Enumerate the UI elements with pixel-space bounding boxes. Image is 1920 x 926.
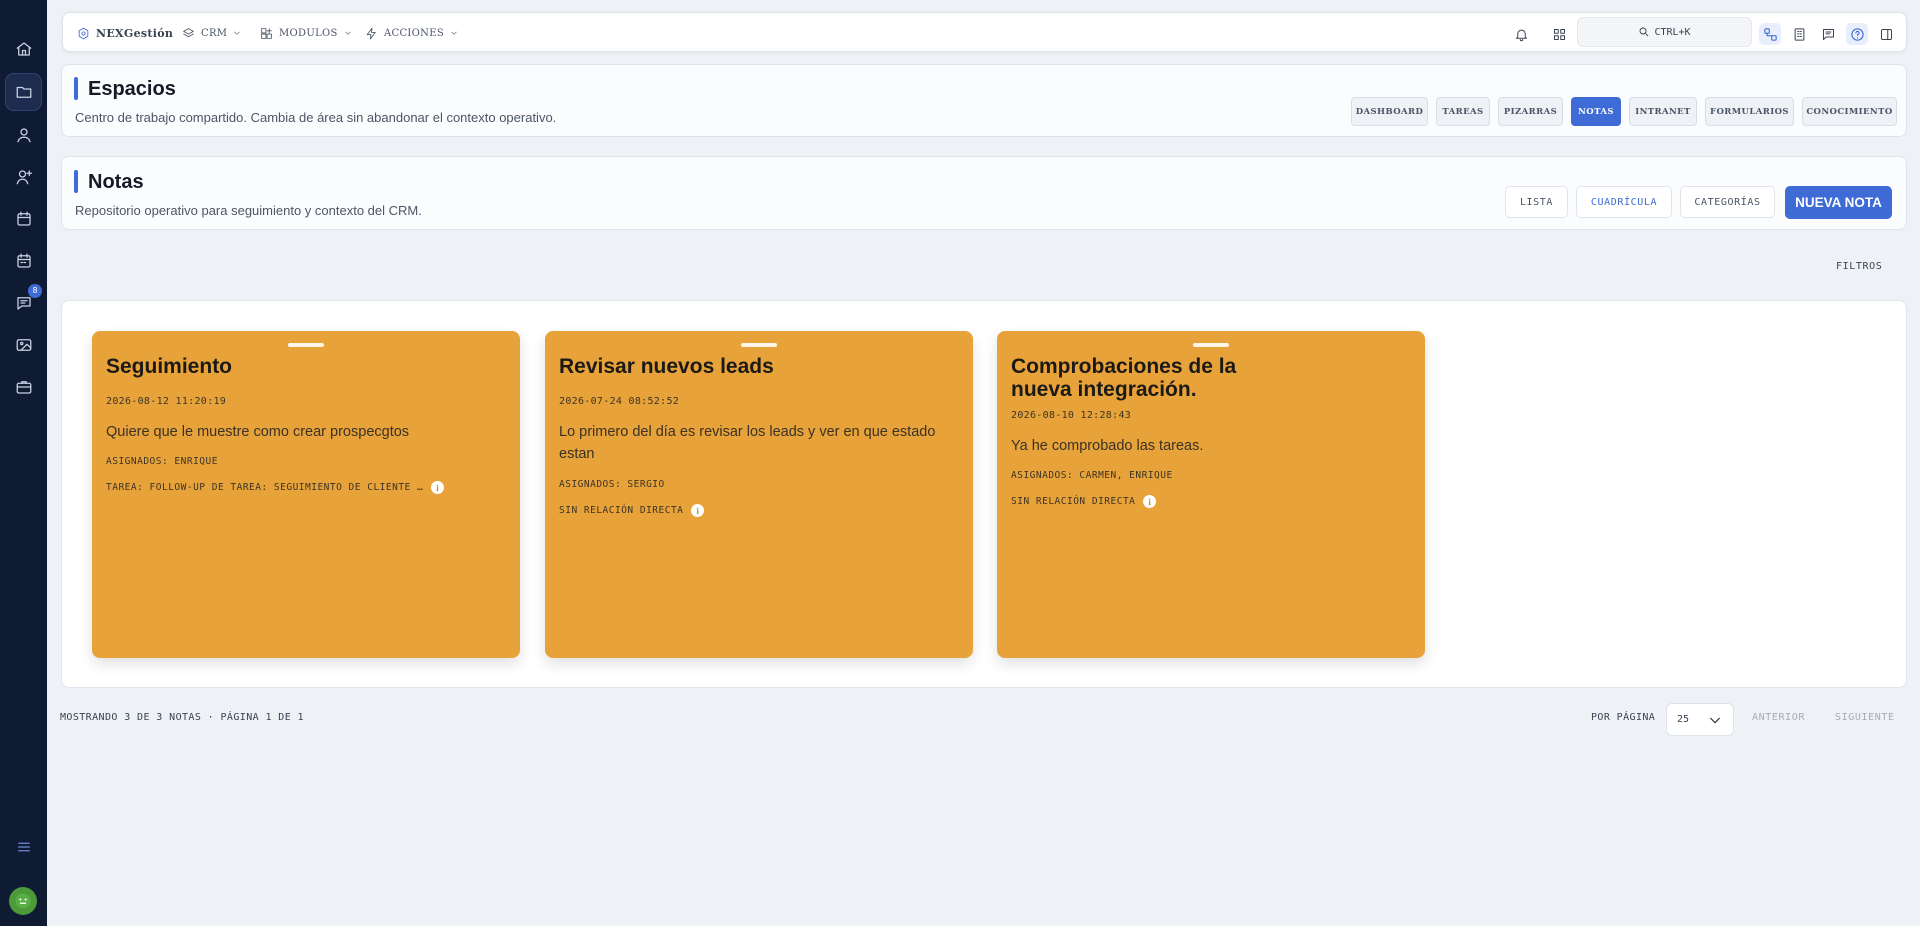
chat-badge: 8	[28, 284, 42, 298]
info-icon[interactable]: i	[691, 504, 705, 517]
tab-dashboard[interactable]: DASHBOARD	[1351, 97, 1428, 126]
tab-notas[interactable]: NOTAS	[1571, 97, 1621, 126]
note-assigned: ASIGNADOS: SERGIO	[559, 479, 665, 490]
section-subtitle: Repositorio operativo para seguimiento y…	[75, 203, 422, 218]
per-page-value: 25	[1677, 714, 1690, 725]
bell-icon[interactable]	[1510, 23, 1532, 45]
menu-acciones[interactable]: ACCIONES	[365, 13, 458, 53]
drag-handle[interactable]	[741, 343, 777, 347]
workspace-panel: Espacios Centro de trabajo compartido. C…	[61, 64, 1907, 137]
workflow-icon[interactable]	[1759, 23, 1781, 45]
note-body: Lo primero del día es revisar los leads …	[559, 424, 936, 462]
previous-page-button[interactable]: ANTERIOR	[1752, 712, 1805, 723]
tab-pizarras[interactable]: PIZARRAS	[1498, 97, 1563, 126]
message-icon[interactable]	[1817, 23, 1839, 45]
briefcase-icon[interactable]	[0, 370, 47, 404]
note-relation-text: TAREA: FOLLOW-UP DE TAREA: SEGUIMIENTO D…	[106, 482, 424, 493]
info-icon[interactable]: i	[1143, 495, 1157, 508]
sidebar-toggle-icon[interactable]	[1875, 23, 1897, 45]
calendar-icon[interactable]	[0, 202, 47, 236]
calendar-alt-icon[interactable]	[0, 244, 47, 278]
menu-modulos[interactable]: MODULOS	[260, 13, 352, 53]
brand-name: NEXGestión	[96, 26, 174, 40]
avatar-face-icon	[15, 893, 31, 909]
folder-icon[interactable]	[5, 73, 42, 111]
view-categorias-button[interactable]: CATEGORÍAS	[1680, 186, 1775, 218]
image-icon[interactable]	[0, 328, 47, 362]
sidebar: 8	[0, 0, 47, 926]
chevron-down-icon	[1709, 717, 1721, 724]
menu-modulos-label: MODULOS	[279, 27, 338, 39]
notes-board: Seguimiento 2026-08-12 11:20:19 Quiere q…	[61, 300, 1907, 688]
note-date: 2026-08-12 11:20:19	[106, 396, 227, 407]
note-card[interactable]: Comprobaciones de la nueva integración. …	[997, 331, 1425, 658]
search-shortcut: CTRL+K	[1654, 26, 1691, 38]
next-page-button[interactable]: SIGUIENTE	[1835, 712, 1895, 723]
tab-intranet[interactable]: INTRANET	[1629, 97, 1697, 126]
note-date: 2026-08-10 12:28:43	[1011, 410, 1132, 421]
page-subtitle: Centro de trabajo compartido. Cambia de …	[75, 110, 557, 125]
title-accent	[74, 77, 78, 100]
per-page-select[interactable]: 25	[1666, 703, 1734, 736]
pagination-summary: MOSTRANDO 3 DE 3 NOTAS · PÁGINA 1 DE 1	[60, 712, 304, 723]
note-body: Quiere que le muestre como crear prospec…	[106, 424, 410, 440]
per-page-label: POR PÁGINA	[1591, 712, 1656, 723]
page-title: Espacios	[88, 78, 176, 100]
avatar[interactable]	[9, 887, 37, 915]
chevron-down-icon	[451, 31, 457, 35]
note-relation: SIN RELACIÓN DIRECTA i	[1011, 495, 1157, 508]
drag-handle[interactable]	[288, 343, 324, 347]
modules-icon	[261, 27, 272, 39]
chevron-down-icon	[234, 31, 240, 35]
note-relation-text: SIN RELACIÓN DIRECTA	[559, 505, 684, 516]
user-add-icon[interactable]	[0, 160, 47, 194]
chevron-down-icon	[345, 31, 351, 35]
top-bar: NEXGestión CRM MODULOS ACCIONES CTRL+K	[62, 12, 1907, 52]
help-icon[interactable]	[1846, 23, 1868, 45]
section-title: Notas	[88, 171, 144, 193]
info-icon[interactable]: i	[431, 481, 445, 494]
note-title: Seguimiento	[106, 355, 233, 378]
filters-button[interactable]: FILTROS	[1836, 254, 1882, 278]
menu-icon[interactable]	[0, 830, 47, 864]
note-body: Ya he comprobado las tareas.	[1011, 438, 1204, 454]
tab-formularios[interactable]: FORMULARIOS	[1705, 97, 1794, 126]
layers-icon	[183, 27, 194, 37]
new-note-button[interactable]: NUEVA NOTA	[1785, 186, 1892, 219]
note-card[interactable]: Seguimiento 2026-08-12 11:20:19 Quiere q…	[92, 331, 520, 658]
note-relation: SIN RELACIÓN DIRECTA i	[559, 504, 705, 517]
search-icon	[1639, 27, 1649, 37]
note-assigned: ASIGNADOS: CARMEN, ENRIQUE	[1011, 470, 1173, 481]
notes-header-panel: Notas Repositorio operativo para seguimi…	[61, 156, 1907, 230]
note-title: Revisar nuevos leads	[559, 355, 774, 378]
home-icon[interactable]	[0, 32, 47, 66]
brand-logo-icon	[78, 27, 89, 39]
tab-conocimiento[interactable]: CONOCIMIENTO	[1802, 97, 1897, 126]
bolt-icon	[366, 27, 376, 39]
menu-crm[interactable]: CRM	[182, 13, 241, 53]
drag-handle[interactable]	[1193, 343, 1229, 347]
note-relation: TAREA: FOLLOW-UP DE TAREA: SEGUIMIENTO D…	[106, 481, 445, 494]
search-button[interactable]: CTRL+K	[1577, 17, 1752, 47]
note-title: Comprobaciones de la nueva integración.	[1011, 355, 1237, 401]
note-assigned: ASIGNADOS: ENRIQUE	[106, 456, 218, 467]
note-card[interactable]: Revisar nuevos leads 2026-07-24 08:52:52…	[545, 331, 973, 658]
building-icon[interactable]	[1788, 23, 1810, 45]
title-accent	[74, 170, 78, 193]
grid-icon[interactable]	[1548, 23, 1570, 45]
note-date: 2026-07-24 08:52:52	[559, 396, 680, 407]
menu-acciones-label: ACCIONES	[384, 27, 444, 39]
menu-crm-label: CRM	[201, 27, 228, 39]
note-relation-text: SIN RELACIÓN DIRECTA	[1011, 496, 1136, 507]
view-lista-button[interactable]: LISTA	[1505, 186, 1568, 218]
brand[interactable]: NEXGestión	[77, 13, 173, 53]
tab-tareas[interactable]: TAREAS	[1436, 97, 1490, 126]
user-icon[interactable]	[0, 118, 47, 152]
view-cuadricula-button[interactable]: CUADRÍCULA	[1576, 186, 1672, 218]
